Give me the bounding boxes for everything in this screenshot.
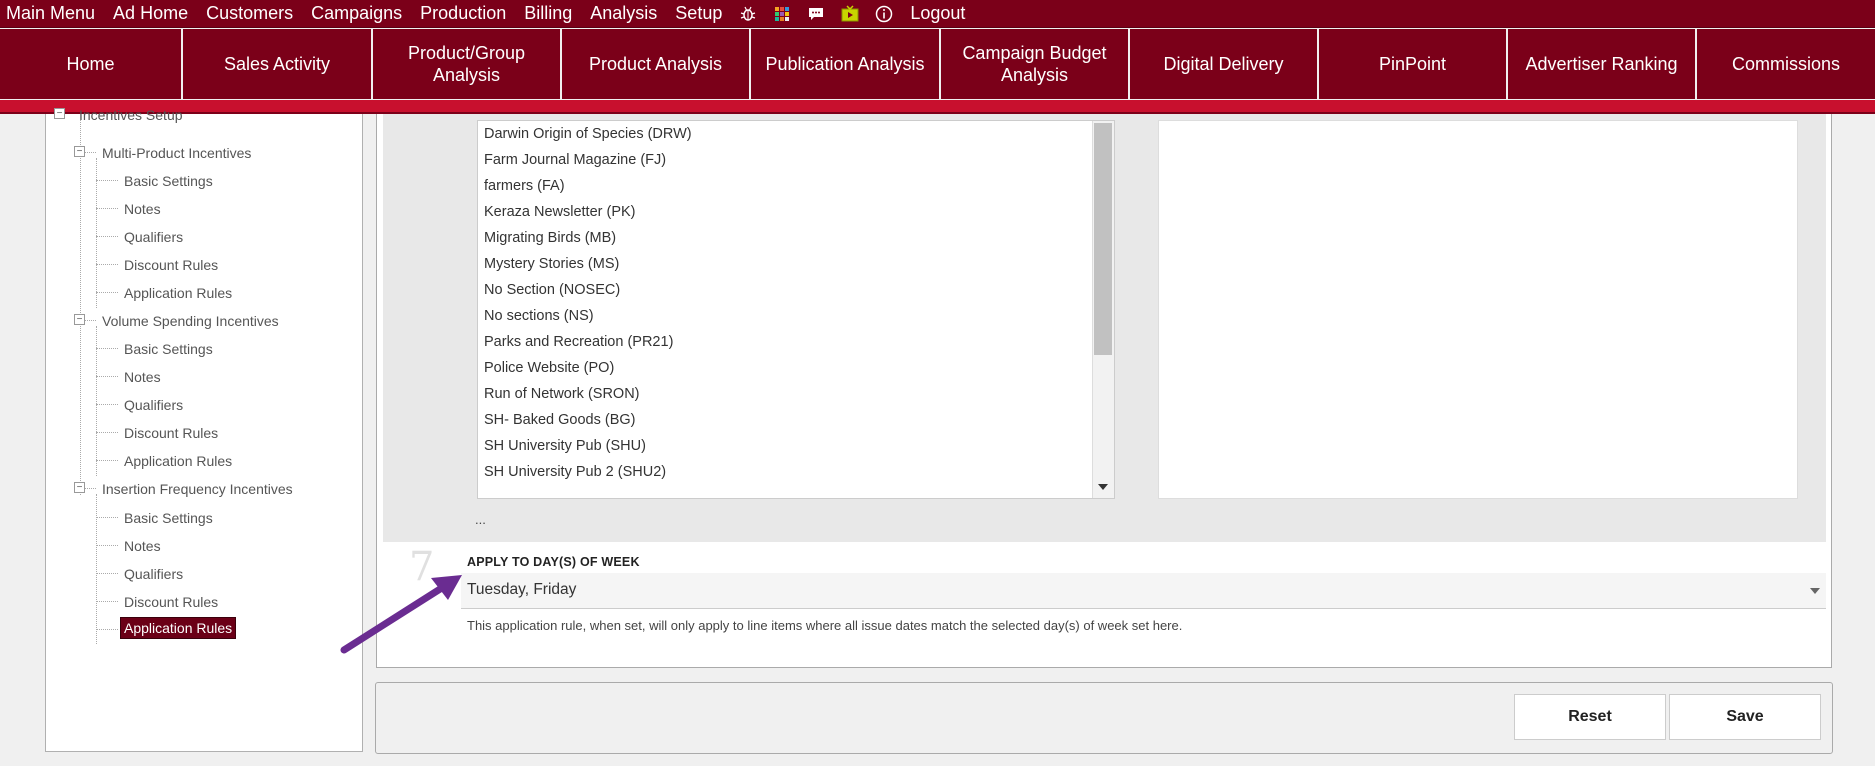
top-menu-bar: Main Menu Ad Home Customers Campaigns Pr… xyxy=(0,0,1875,28)
info-icon[interactable] xyxy=(873,3,895,25)
list-item[interactable]: Run of Network (SRON) xyxy=(478,381,1114,407)
list-item[interactable]: Darwin Origin of Species (DRW) xyxy=(478,121,1114,147)
list-item[interactable]: SH University Pub 2 (SHU2) xyxy=(478,459,1114,485)
tree-guide xyxy=(96,460,118,461)
tree-guide xyxy=(96,264,118,265)
header-accent-bar xyxy=(0,100,1875,112)
annotation-arrow-icon xyxy=(340,575,462,654)
menu-analysis[interactable]: Analysis xyxy=(581,0,666,28)
list-item[interactable]: Farm Journal Magazine (FJ) xyxy=(478,147,1114,173)
tree-collapse-root[interactable]: − xyxy=(54,108,65,119)
scroll-down-icon[interactable] xyxy=(1098,484,1108,490)
action-footer: Reset Save xyxy=(375,682,1833,754)
tree-item[interactable]: Basic Settings xyxy=(124,341,213,357)
tree-guide xyxy=(96,292,118,293)
chat-icon[interactable] xyxy=(805,3,827,25)
list-item[interactable]: Parks and Recreation (PR21) xyxy=(478,329,1114,355)
days-of-week-help: This application rule, when set, will on… xyxy=(467,618,1183,633)
product-listbox[interactable]: Darwin Origin of Species (DRW) Farm Jour… xyxy=(477,120,1115,499)
nav-campaign-budget-analysis[interactable]: Campaign Budget Analysis xyxy=(941,29,1130,99)
tree-guide xyxy=(96,376,118,377)
tree-item[interactable]: Notes xyxy=(124,538,161,554)
list-item[interactable]: SH University Pub (SHU) xyxy=(478,433,1114,459)
tree-collapse-group-1[interactable]: − xyxy=(74,146,85,157)
list-item[interactable]: No sections (NS) xyxy=(478,303,1114,329)
tree-guide xyxy=(96,545,118,546)
tree-guide xyxy=(96,629,118,630)
menu-billing[interactable]: Billing xyxy=(515,0,581,28)
tree-item[interactable]: Discount Rules xyxy=(124,257,218,273)
nav-advertiser-ranking[interactable]: Advertiser Ranking xyxy=(1508,29,1697,99)
tree-guide xyxy=(96,573,118,574)
nav-home[interactable]: Home xyxy=(0,29,183,99)
nav-publication-analysis[interactable]: Publication Analysis xyxy=(751,29,941,99)
tree-collapse-group-3[interactable]: − xyxy=(74,482,85,493)
nav-digital-delivery[interactable]: Digital Delivery xyxy=(1130,29,1319,99)
tree-item[interactable]: Notes xyxy=(124,369,161,385)
nav-product-analysis[interactable]: Product Analysis xyxy=(562,29,751,99)
tree-item[interactable]: Discount Rules xyxy=(124,425,218,441)
main-nav: Home Sales Activity Product/Group Analys… xyxy=(0,29,1875,99)
tree-guide xyxy=(96,432,118,433)
menu-logout[interactable]: Logout xyxy=(901,0,974,28)
tree-guide xyxy=(96,236,118,237)
listbox-scrollbar[interactable] xyxy=(1092,121,1114,498)
list-item[interactable]: No Section (NOSEC) xyxy=(478,277,1114,303)
save-button[interactable]: Save xyxy=(1669,694,1821,740)
tree-guide xyxy=(80,120,81,495)
tree-guide xyxy=(96,517,118,518)
menu-setup[interactable]: Setup xyxy=(666,0,731,28)
tree-item[interactable]: Application Rules xyxy=(124,453,232,469)
list-item[interactable]: SH- Baked Goods (BG) xyxy=(478,407,1114,433)
list-item[interactable]: Mystery Stories (MS) xyxy=(478,251,1114,277)
tree-guide xyxy=(96,601,118,602)
rule-editor-panel: Darwin Origin of Species (DRW) Farm Jour… xyxy=(376,114,1832,668)
scrollbar-thumb[interactable] xyxy=(1094,123,1112,355)
menu-main-menu[interactable]: Main Menu xyxy=(0,0,104,28)
tree-guide xyxy=(96,180,118,181)
tree-group-insertion-frequency[interactable]: Insertion Frequency Incentives xyxy=(102,481,293,497)
tree-root-incentives-setup[interactable]: Incentives Setup xyxy=(79,107,183,123)
tree-item[interactable]: Qualifiers xyxy=(124,566,183,582)
incentives-tree: − Incentives Setup − Multi-Product Incen… xyxy=(45,107,363,752)
nav-sales-activity[interactable]: Sales Activity xyxy=(183,29,373,99)
product-selection-area: Darwin Origin of Species (DRW) Farm Jour… xyxy=(383,114,1826,542)
list-item[interactable]: farmers (FA) xyxy=(478,173,1114,199)
nav-product-group-analysis[interactable]: Product/Group Analysis xyxy=(373,29,562,99)
tree-item[interactable]: Discount Rules xyxy=(124,594,218,610)
days-of-week-label: APPLY TO DAY(S) OF WEEK xyxy=(467,555,640,569)
menu-customers[interactable]: Customers xyxy=(197,0,302,28)
apps-grid-icon[interactable] xyxy=(771,3,793,25)
tree-group-multi-product[interactable]: Multi-Product Incentives xyxy=(102,145,251,161)
tree-item[interactable]: Basic Settings xyxy=(124,510,213,526)
tree-group-volume-spending[interactable]: Volume Spending Incentives xyxy=(102,313,279,329)
tree-guide xyxy=(96,348,118,349)
nav-commissions[interactable]: Commissions xyxy=(1697,29,1875,99)
nav-pinpoint[interactable]: PinPoint xyxy=(1319,29,1508,99)
tv-icon[interactable] xyxy=(839,3,861,25)
list-item[interactable]: Police Website (PO) xyxy=(478,355,1114,381)
selected-products-box[interactable] xyxy=(1158,120,1798,499)
menu-ad-home[interactable]: Ad Home xyxy=(104,0,197,28)
menu-production[interactable]: Production xyxy=(411,0,515,28)
tree-guide xyxy=(96,404,118,405)
tree-item[interactable]: Basic Settings xyxy=(124,173,213,189)
bug-icon[interactable] xyxy=(737,3,759,25)
tree-item[interactable]: Qualifiers xyxy=(124,397,183,413)
reset-button[interactable]: Reset xyxy=(1514,694,1666,740)
tree-guide xyxy=(96,208,118,209)
tree-item[interactable]: Application Rules xyxy=(124,285,232,301)
list-item[interactable]: Migrating Birds (MB) xyxy=(478,225,1114,251)
list-item[interactable]: Keraza Newsletter (PK) xyxy=(478,199,1114,225)
days-of-week-select[interactable]: Tuesday, Friday xyxy=(461,573,1826,609)
chevron-down-icon[interactable] xyxy=(1810,588,1820,594)
tree-item[interactable]: Notes xyxy=(124,201,161,217)
list-ellipsis: ... xyxy=(475,512,486,527)
menu-campaigns[interactable]: Campaigns xyxy=(302,0,411,28)
tree-item[interactable]: Qualifiers xyxy=(124,229,183,245)
days-of-week-value: Tuesday, Friday xyxy=(467,581,577,598)
tree-collapse-group-2[interactable]: − xyxy=(74,314,85,325)
tree-item-selected[interactable]: Application Rules xyxy=(120,617,237,639)
